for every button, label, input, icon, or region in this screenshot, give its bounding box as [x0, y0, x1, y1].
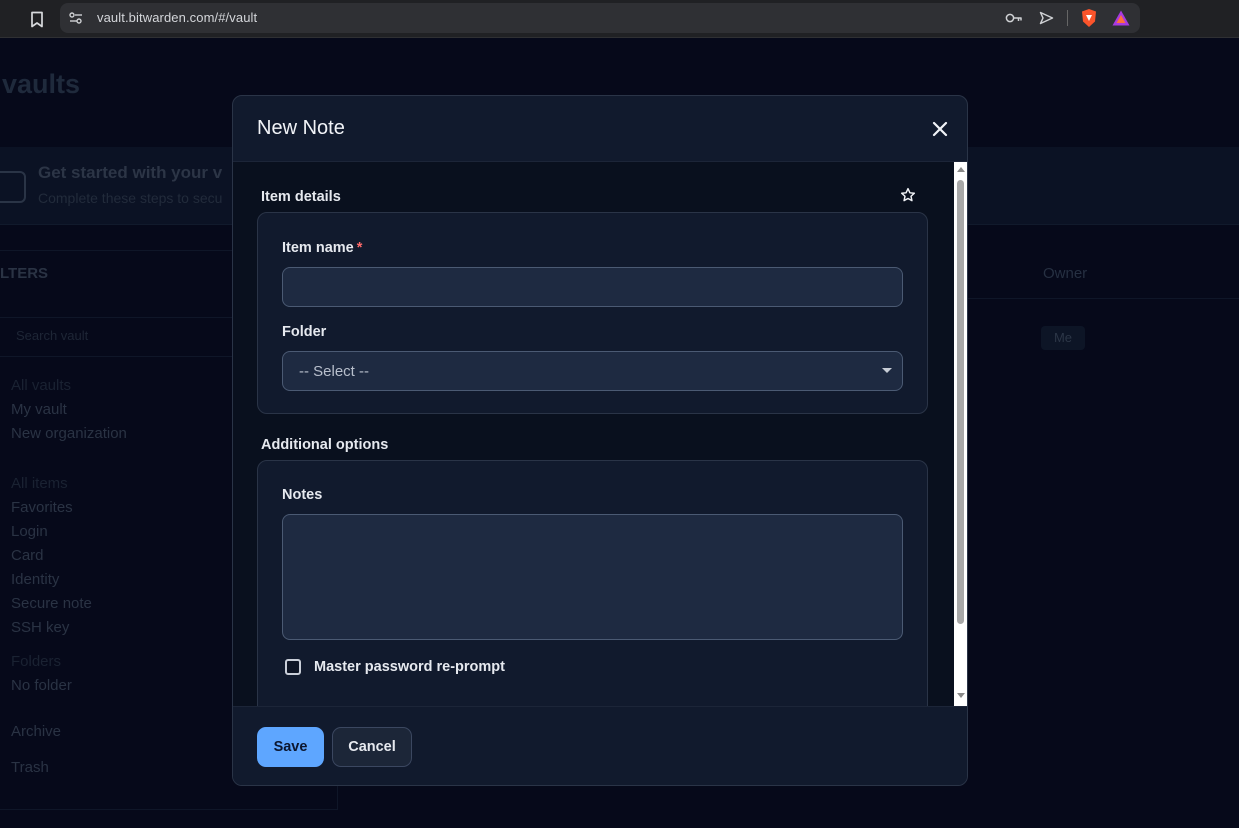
send-icon[interactable]: [1035, 8, 1057, 28]
filter-new-organization: New organization: [11, 425, 127, 442]
filter-archive: Archive: [11, 723, 62, 740]
save-button[interactable]: Save: [257, 727, 324, 767]
type-filter-list: All items Favorites Login Card Identity …: [11, 472, 92, 640]
notes-label: Notes: [282, 487, 323, 503]
filter-all-items: All items: [11, 475, 68, 492]
dialog-header: New Note: [233, 96, 967, 162]
owner-column-header: Owner: [1043, 265, 1088, 282]
filter-my-vault: My vault: [11, 401, 67, 418]
address-bar[interactable]: vault.bitwarden.com/#/vault: [60, 3, 1140, 33]
key-icon[interactable]: [1003, 8, 1025, 28]
item-details-title: Item details: [261, 189, 341, 205]
filter-ssh-key: SSH key: [11, 619, 70, 636]
bookmark-icon[interactable]: [28, 9, 46, 29]
scroll-down-arrow-icon[interactable]: [956, 692, 965, 700]
filter-login: Login: [11, 523, 48, 540]
filter-card: Card: [11, 547, 44, 564]
toolbar-separator: [1067, 10, 1068, 26]
item-name-label: Item name *: [282, 240, 363, 256]
notes-textarea[interactable]: [282, 514, 903, 640]
dialog-footer: Save Cancel: [233, 706, 967, 785]
vault-filter-list: All vaults My vault New organization: [11, 374, 127, 446]
dialog-title: New Note: [257, 117, 345, 139]
folder-select-value: -- Select --: [299, 363, 370, 380]
filter-folders-heading: Folders: [11, 653, 62, 670]
page-title: vaults: [2, 69, 81, 99]
item-details-card: Item name * Folder -- Select --: [257, 212, 928, 414]
filters-title: LTERS: [0, 265, 49, 282]
new-note-dialog: New Note Item details Item name * Folder …: [232, 95, 968, 786]
table-divider: [968, 298, 1239, 299]
reprompt-label: Master password re-prompt: [314, 659, 505, 675]
scrollbar-thumb[interactable]: [957, 180, 964, 624]
reprompt-row[interactable]: Master password re-prompt: [285, 657, 505, 677]
filter-all-vaults: All vaults: [11, 377, 72, 394]
filter-trash: Trash: [11, 759, 49, 776]
close-button[interactable]: [927, 116, 953, 142]
cancel-button[interactable]: Cancel: [332, 727, 412, 767]
favorite-star-button[interactable]: [898, 185, 918, 205]
filter-favorites: Favorites: [11, 499, 73, 516]
additional-options-title: Additional options: [261, 437, 389, 453]
banner-subtitle: Complete these steps to secu: [38, 190, 223, 206]
url-text[interactable]: vault.bitwarden.com/#/vault: [97, 10, 257, 25]
brave-rewards-icon[interactable]: [1110, 8, 1132, 28]
scroll-up-arrow-icon[interactable]: [956, 165, 965, 173]
browser-toolbar: vault.bitwarden.com/#/vault: [0, 0, 1239, 38]
brave-shields-icon[interactable]: [1078, 8, 1100, 28]
banner-title: Get started with your v: [38, 163, 223, 182]
reprompt-checkbox[interactable]: [285, 659, 301, 675]
filter-secure-note: Secure note: [11, 595, 92, 612]
folder-filter-list: Folders No folder: [11, 650, 72, 698]
folder-label: Folder: [282, 324, 327, 340]
shield-icon: [0, 171, 26, 203]
star-icon: [900, 187, 916, 202]
caret-down-icon: [882, 368, 892, 373]
item-name-input[interactable]: [282, 267, 903, 307]
site-settings-icon[interactable]: [68, 10, 84, 26]
close-icon: [932, 121, 948, 137]
folder-select[interactable]: -- Select --: [282, 351, 903, 391]
dialog-body[interactable]: Item details Item name * Folder -- Select…: [233, 162, 967, 706]
required-asterisk: *: [356, 240, 363, 256]
dialog-scrollbar[interactable]: [954, 162, 967, 706]
filter-identity: Identity: [11, 571, 60, 588]
owner-badge: Me: [1041, 326, 1085, 350]
filter-no-folder: No folder: [11, 677, 72, 694]
